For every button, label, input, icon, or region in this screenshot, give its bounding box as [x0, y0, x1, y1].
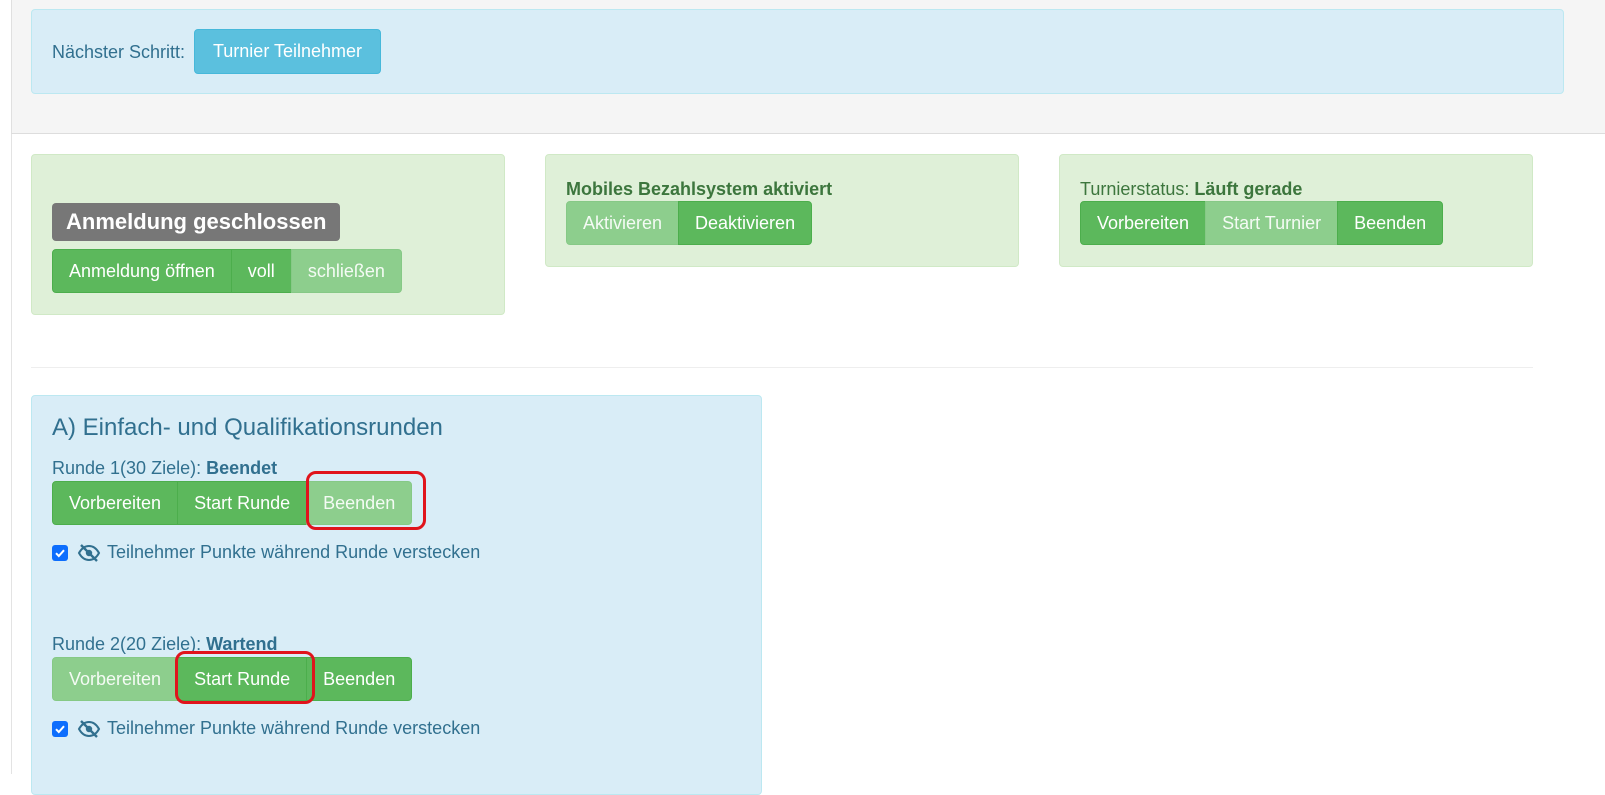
round-2-start-highlight: [175, 651, 315, 704]
round-2-prepare-button[interactable]: Vorbereiten: [52, 657, 179, 701]
start-tournament-button[interactable]: Start Turnier: [1205, 201, 1339, 245]
round-1-hide-points-checkbox[interactable]: [52, 544, 68, 561]
next-step-label: Nächster Schritt:: [52, 42, 186, 62]
close-registration-button[interactable]: schließen: [290, 249, 402, 293]
round-2-end-button[interactable]: Beenden: [306, 657, 413, 701]
round-2-hide-points-checkbox[interactable]: [52, 720, 68, 737]
round-1-prepare-button[interactable]: Vorbereiten: [52, 481, 179, 525]
payment-panel: Mobiles Bezahlsystem aktiviert Aktiviere…: [545, 154, 1019, 267]
tournament-panel: Turnierstatus: Läuft gerade Vorbereiten …: [1059, 154, 1533, 267]
rounds-heading: A) Einfach- und Qualifikationsrunden: [52, 414, 443, 441]
rounds-panel: A) Einfach- und Qualifikationsrunden Run…: [31, 395, 762, 795]
registration-panel: Anmeldung geschlossen Anmeldung öffnen v…: [31, 154, 505, 315]
tournament-status-value: Läuft gerade: [1194, 179, 1303, 199]
round-2-title: Runde 2(20 Ziele):: [52, 634, 202, 654]
round-2-hide-points-label: Teilnehmer Punkte während Runde versteck…: [107, 718, 481, 738]
activate-payment-button[interactable]: Aktivieren: [566, 201, 680, 245]
payment-title: Mobiles Bezahlsystem aktiviert: [566, 179, 833, 199]
page-border: [11, 134, 12, 774]
round-1-status: Beendet: [206, 458, 278, 478]
eye-slash-icon: [77, 543, 101, 562]
eye-slash-icon: [77, 719, 101, 738]
round-1-hide-points-label: Teilnehmer Punkte während Runde versteck…: [107, 542, 481, 562]
round-1-hide-points-row: Teilnehmer Punkte während Runde versteck…: [52, 542, 480, 563]
next-step-box: Nächster Schritt: Turnier Teilnehmer: [31, 9, 1564, 94]
round-2-hide-points-row: Teilnehmer Punkte während Runde versteck…: [52, 718, 480, 739]
divider: [31, 367, 1533, 368]
round-1-title: Runde 1(30 Ziele):: [52, 458, 202, 478]
end-tournament-button[interactable]: Beenden: [1337, 201, 1444, 245]
participants-button[interactable]: Turnier Teilnehmer: [194, 29, 381, 74]
tournament-status-line: Turnierstatus: Läuft gerade: [1080, 179, 1302, 200]
round-1-label: Runde 1(30 Ziele): Beendet: [52, 458, 277, 479]
open-registration-button[interactable]: Anmeldung öffnen: [52, 249, 232, 293]
deactivate-payment-button[interactable]: Deaktivieren: [678, 201, 813, 245]
tournament-button-group: Vorbereiten Start Turnier Beenden: [1080, 201, 1444, 245]
round-1-end-highlight: [306, 471, 426, 530]
tournament-status-label: Turnierstatus:: [1080, 179, 1190, 199]
registration-button-group: Anmeldung öffnen voll schließen: [52, 249, 402, 293]
prepare-tournament-button[interactable]: Vorbereiten: [1080, 201, 1207, 245]
registration-full-button[interactable]: voll: [230, 249, 292, 293]
round-1-start-button[interactable]: Start Runde: [177, 481, 308, 525]
registration-status-badge: Anmeldung geschlossen: [52, 203, 341, 241]
payment-button-group: Aktivieren Deaktivieren: [566, 201, 813, 245]
